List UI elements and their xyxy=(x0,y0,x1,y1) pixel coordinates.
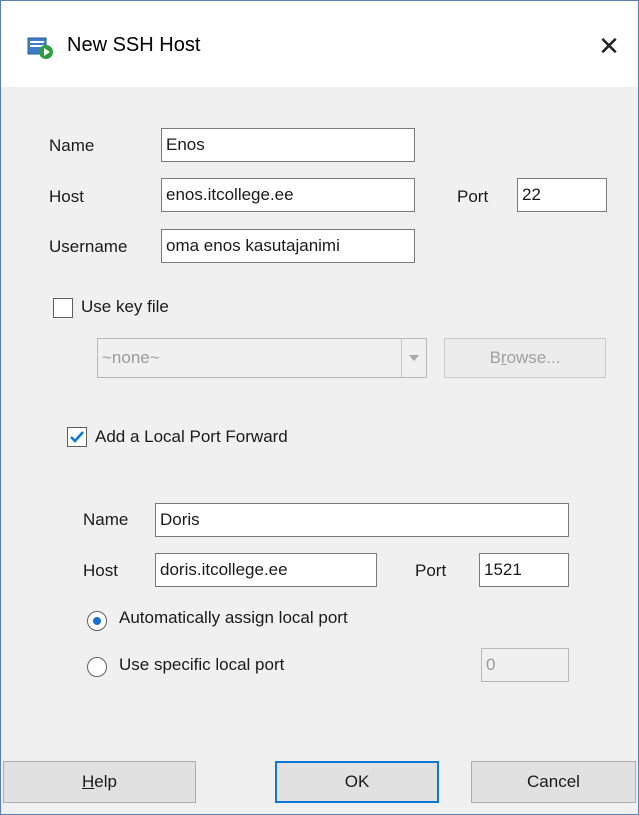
ssh-host-icon xyxy=(27,36,55,60)
auto-assign-port-radio[interactable] xyxy=(87,611,107,631)
port-field[interactable]: 22 xyxy=(517,178,607,212)
add-local-port-forward-checkbox[interactable] xyxy=(67,427,87,447)
key-file-select[interactable]: ~none~ xyxy=(97,338,427,378)
auto-assign-port-label[interactable]: Automatically assign local port xyxy=(119,608,348,628)
key-file-select-value: ~none~ xyxy=(102,348,160,367)
add-local-port-forward-label[interactable]: Add a Local Port Forward xyxy=(95,427,288,447)
name-label: Name xyxy=(49,136,95,155)
cancel-button[interactable]: Cancel xyxy=(471,761,636,803)
specific-port-field[interactable]: 0 xyxy=(481,648,569,682)
ok-button[interactable]: OK xyxy=(275,761,439,803)
forward-port-field[interactable]: 1521 xyxy=(479,553,569,587)
forward-host-field[interactable]: doris.itcollege.ee xyxy=(155,553,377,587)
help-label-part: elp xyxy=(94,772,117,791)
browse-button[interactable]: Browse... xyxy=(444,338,606,378)
browse-label-part: owse... xyxy=(506,348,561,367)
close-icon: ✕ xyxy=(598,31,620,61)
ssh-host-dialog: New SSH Host ✕ Name Enos Host enos.itcol… xyxy=(0,0,639,815)
forward-host-label: Host xyxy=(83,561,118,580)
radio-selected-dot xyxy=(93,617,101,625)
help-button[interactable]: Help xyxy=(3,761,196,803)
title-bar: New SSH Host ✕ xyxy=(1,1,638,87)
dialog-title: New SSH Host xyxy=(67,34,201,56)
use-key-file-label[interactable]: Use key file xyxy=(81,297,169,317)
checkmark-icon xyxy=(70,431,84,443)
username-field[interactable]: oma enos kasutajanimi xyxy=(161,229,415,263)
use-key-file-checkbox[interactable] xyxy=(53,298,73,318)
host-field[interactable]: enos.itcollege.ee xyxy=(161,178,415,212)
specific-port-label[interactable]: Use specific local port xyxy=(119,655,284,675)
port-label: Port xyxy=(457,187,489,206)
host-label: Host xyxy=(49,187,84,206)
close-button[interactable]: ✕ xyxy=(594,31,624,61)
forward-port-label: Port xyxy=(415,561,447,580)
specific-port-radio[interactable] xyxy=(87,657,107,677)
forward-name-field[interactable]: Doris xyxy=(155,503,569,537)
chevron-down-icon[interactable] xyxy=(401,339,426,377)
username-label: Username xyxy=(49,237,128,256)
name-field[interactable]: Enos xyxy=(161,128,415,162)
browse-label-part: B xyxy=(489,348,501,367)
forward-name-label: Name xyxy=(83,510,129,529)
help-label-mnemonic: H xyxy=(82,772,95,791)
